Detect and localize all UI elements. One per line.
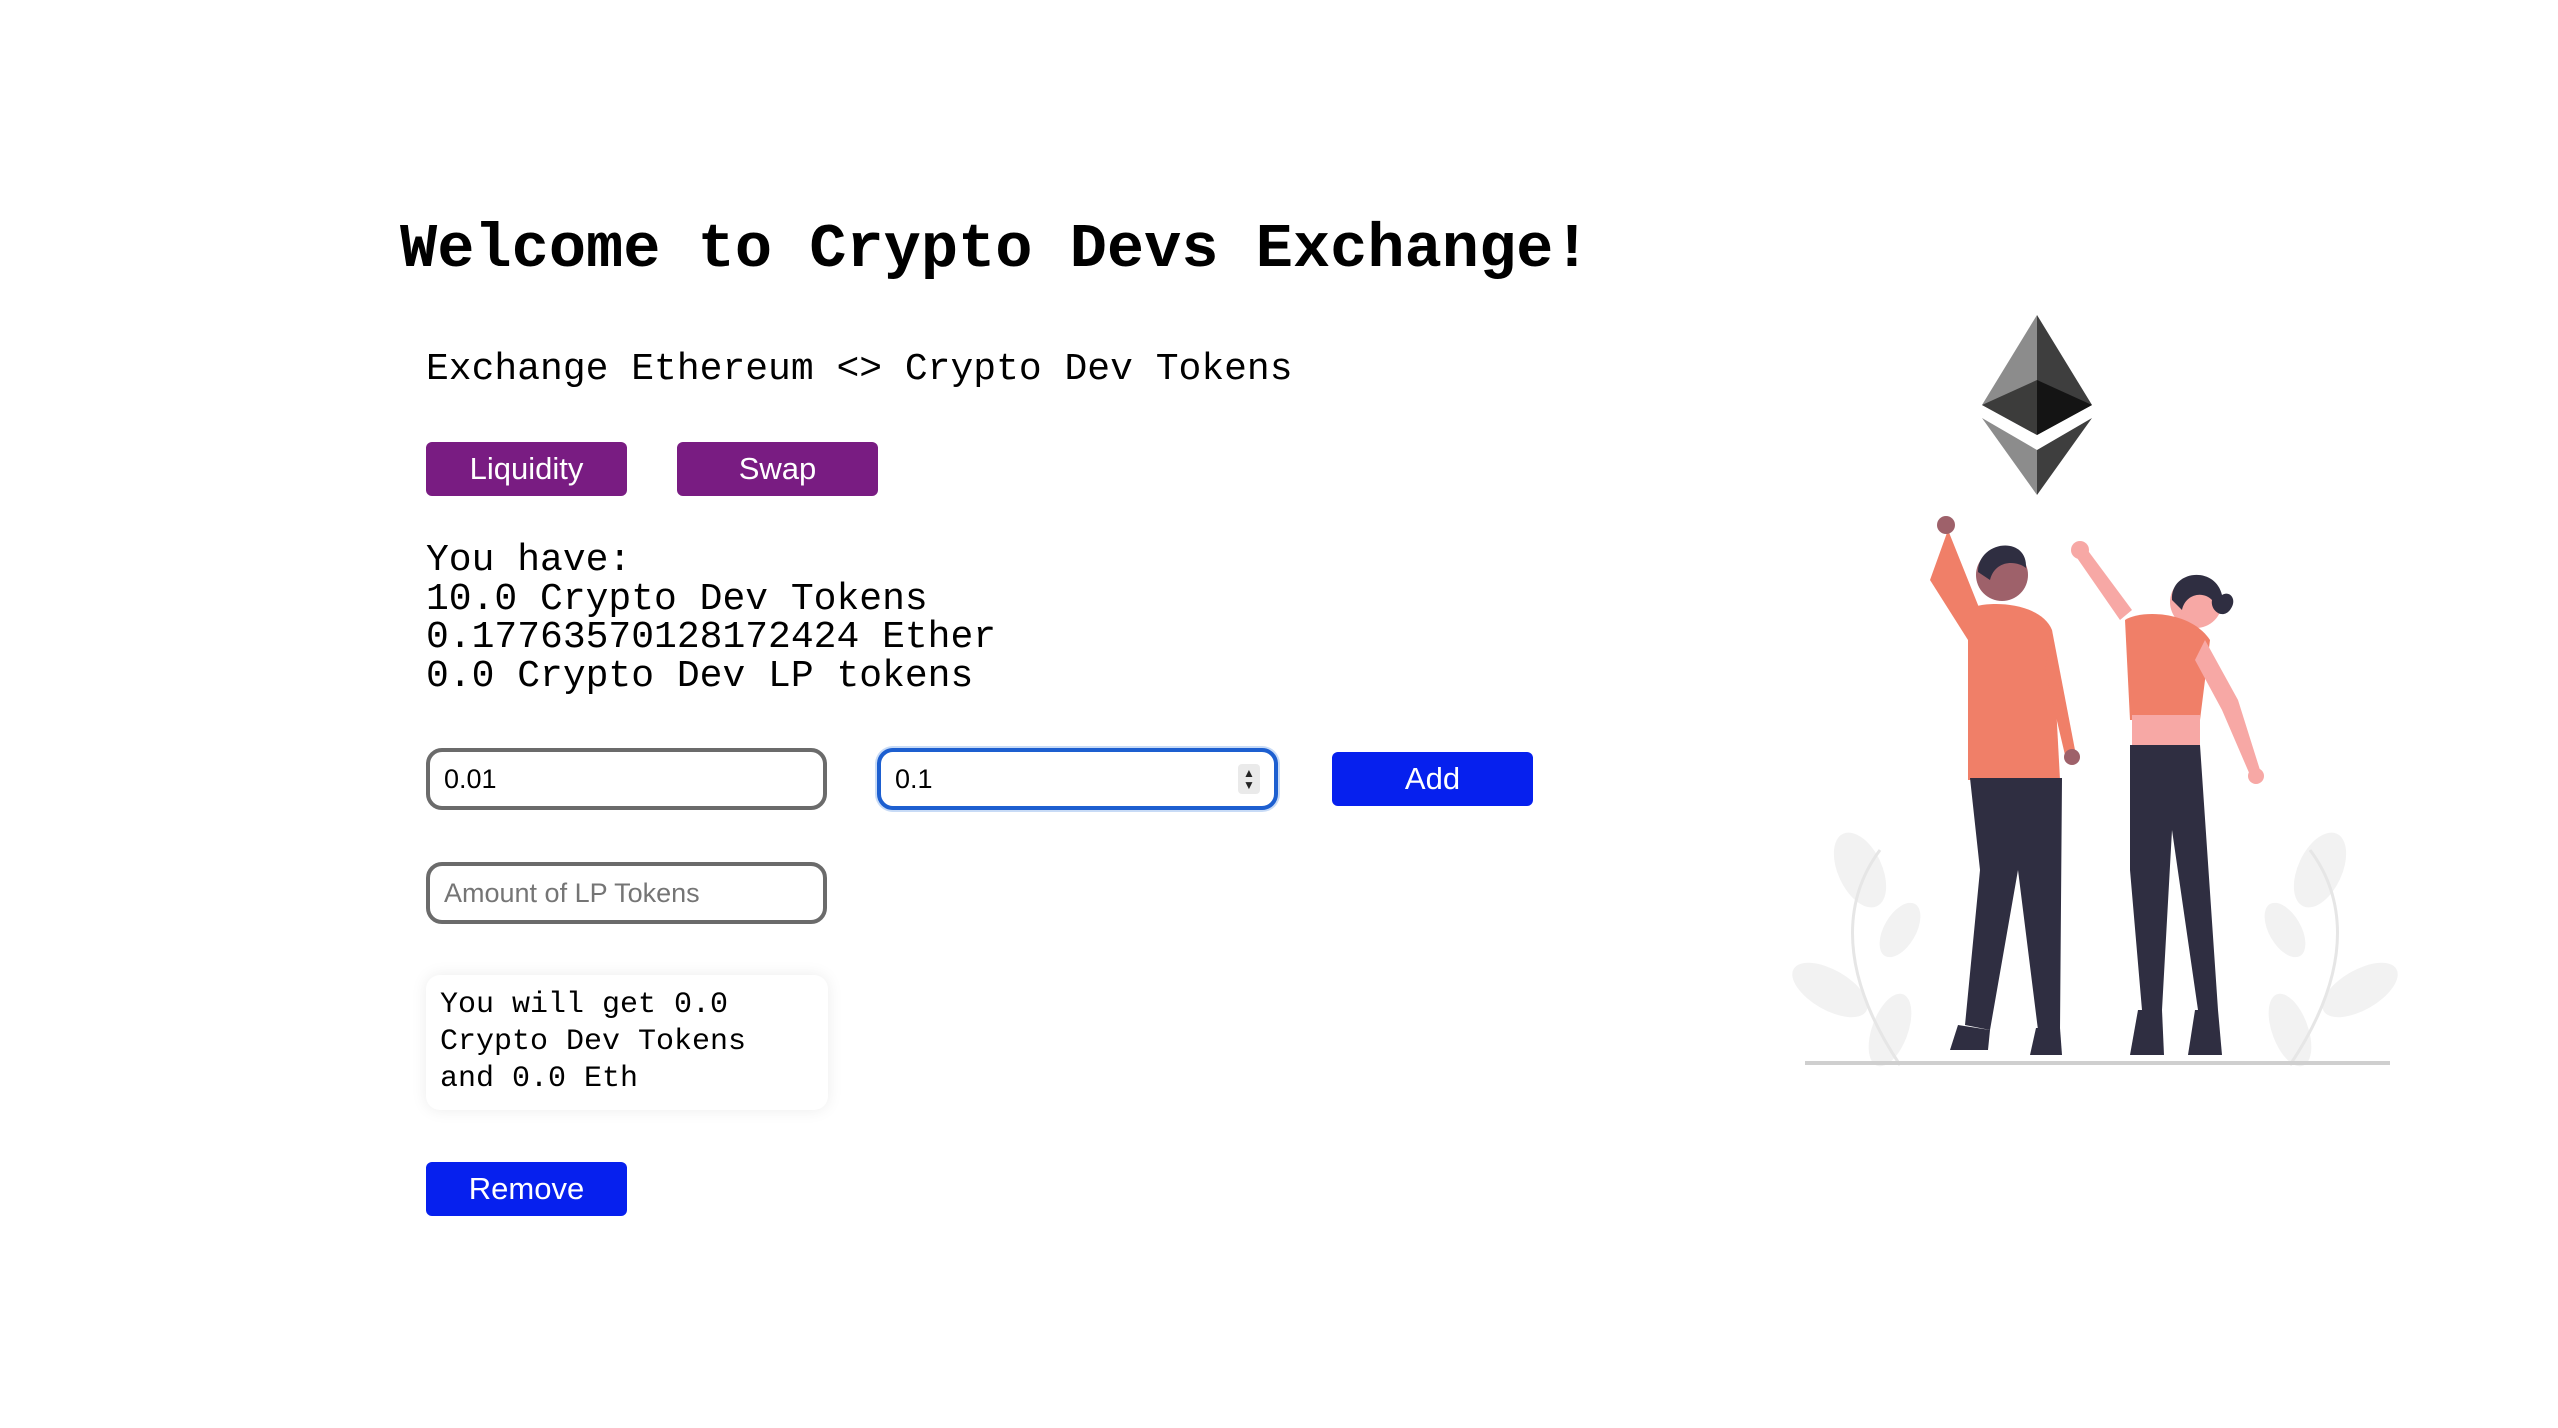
lp-token-balance: 0.0 Crypto Dev LP tokens	[426, 654, 974, 698]
token-amount-value: 0.1	[895, 763, 933, 794]
exchange-page: Welcome to Crypto Devs Exchange! Exchang…	[0, 0, 2558, 1428]
page-title: Welcome to Crypto Devs Exchange!	[400, 214, 1591, 285]
page-subtitle: Exchange Ethereum <> Crypto Dev Tokens	[426, 348, 1293, 391]
remove-liquidity-button[interactable]: Remove	[426, 1162, 627, 1216]
man-figure-icon	[1930, 516, 2080, 1055]
token-amount-input[interactable]: 0.1 ▲ ▼	[877, 748, 1278, 810]
woman-figure-icon	[2071, 541, 2264, 1055]
ether-balance: 0.17763570128172424 Ether	[426, 616, 997, 659]
balances-heading: You have:	[426, 539, 632, 582]
ethereum-celebration-illustration	[1792, 315, 2398, 1067]
add-liquidity-button[interactable]: Add	[1332, 752, 1533, 806]
ethereum-logo-icon	[1982, 315, 2092, 495]
lp-token-amount-input[interactable]: Amount of LP Tokens	[426, 862, 827, 924]
number-stepper-icon[interactable]: ▲ ▼	[1238, 764, 1260, 794]
leaf-stems-icon	[1851, 849, 2339, 1066]
eth-amount-value: 0.01	[444, 763, 497, 794]
remove-result-card: You will get 0.0 Crypto Dev Tokens and 0…	[426, 975, 828, 1110]
eth-amount-input[interactable]: 0.01	[426, 748, 827, 810]
balances-panel: You have: 10.0 Crypto Dev Tokens 0.17763…	[426, 539, 997, 698]
crypto-dev-token-balance: 10.0 Crypto Dev Tokens	[426, 577, 928, 621]
liquidity-tab-button[interactable]: Liquidity	[426, 442, 627, 496]
remove-result-text: You will get 0.0 Crypto Dev Tokens and 0…	[440, 988, 747, 1096]
lp-token-placeholder: Amount of LP Tokens	[444, 877, 700, 908]
swap-tab-button[interactable]: Swap	[677, 442, 878, 496]
